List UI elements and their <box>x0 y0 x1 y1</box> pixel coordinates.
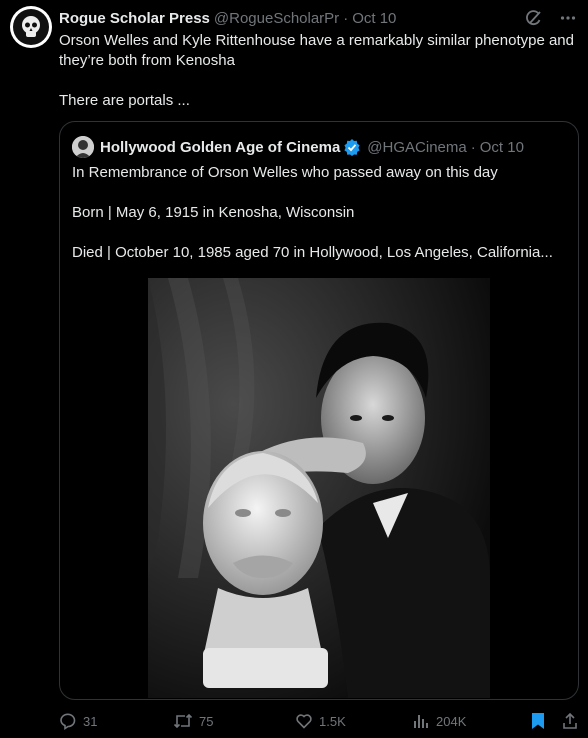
reply-button[interactable]: 31 <box>59 708 97 734</box>
reply-icon <box>60 713 76 730</box>
quoted-tweet[interactable]: Hollywood Golden Age of Cinema @HGACinem… <box>59 121 579 700</box>
quoted-author-avatar[interactable] <box>72 136 94 158</box>
quoted-author-handle[interactable]: @HGACinema <box>367 139 466 156</box>
quoted-text-line: Died | October 10, 1985 aged 70 in Holly… <box>72 244 553 261</box>
retweet-button[interactable]: 75 <box>173 708 213 734</box>
share-button[interactable] <box>561 708 579 734</box>
verified-badge-icon <box>343 138 361 156</box>
tweet[interactable]: Rogue Scholar Press @RogueScholarPr · Oc… <box>0 0 588 738</box>
action-bar: 31 75 1.5K 204K <box>59 708 578 734</box>
separator-dot: · <box>343 9 349 27</box>
grok-icon[interactable] <box>524 8 544 28</box>
separator-dot: · <box>470 138 476 156</box>
quoted-tweet-text: In Remembrance of Orson Welles who passe… <box>72 163 567 263</box>
views-count: 204K <box>436 713 467 729</box>
tweet-text-line: Orson Welles and Kyle Rittenhouse have a… <box>59 32 574 69</box>
bookmark-button[interactable] <box>530 708 546 734</box>
quoted-text-line: In Remembrance of Orson Welles who passe… <box>72 164 498 181</box>
heart-icon <box>296 714 312 729</box>
tweet-text: Orson Welles and Kyle Rittenhouse have a… <box>59 31 579 111</box>
skull-logo-icon <box>13 9 49 45</box>
quoted-tweet-date[interactable]: Oct 10 <box>480 139 524 156</box>
author-name[interactable]: Rogue Scholar Press <box>59 10 210 27</box>
views-chart-icon <box>414 715 428 728</box>
retweet-count: 75 <box>199 713 214 729</box>
quoted-text-line: Born | May 6, 1915 in Kenosha, Wisconsin <box>72 204 355 221</box>
share-icon <box>563 712 577 729</box>
tweet-text-line: There are portals ... <box>59 92 190 109</box>
quoted-author-name[interactable]: Hollywood Golden Age of Cinema <box>100 139 340 156</box>
tweet-header: Rogue Scholar Press @RogueScholarPr · Oc… <box>59 8 578 28</box>
like-count: 1.5K <box>319 713 346 729</box>
like-button[interactable]: 1.5K <box>295 708 346 734</box>
author-avatar[interactable] <box>10 6 52 48</box>
views-button[interactable]: 204K <box>412 708 466 734</box>
author-handle[interactable]: @RogueScholarPr <box>214 10 339 27</box>
reply-count: 31 <box>83 713 98 729</box>
retweet-icon <box>173 713 193 729</box>
tweet-date[interactable]: Oct 10 <box>352 10 396 27</box>
tweet-photo[interactable] <box>148 278 490 698</box>
more-icon[interactable] <box>558 8 578 28</box>
quoted-tweet-header: Hollywood Golden Age of Cinema @HGACinem… <box>72 135 524 159</box>
bookmark-icon <box>532 713 544 729</box>
